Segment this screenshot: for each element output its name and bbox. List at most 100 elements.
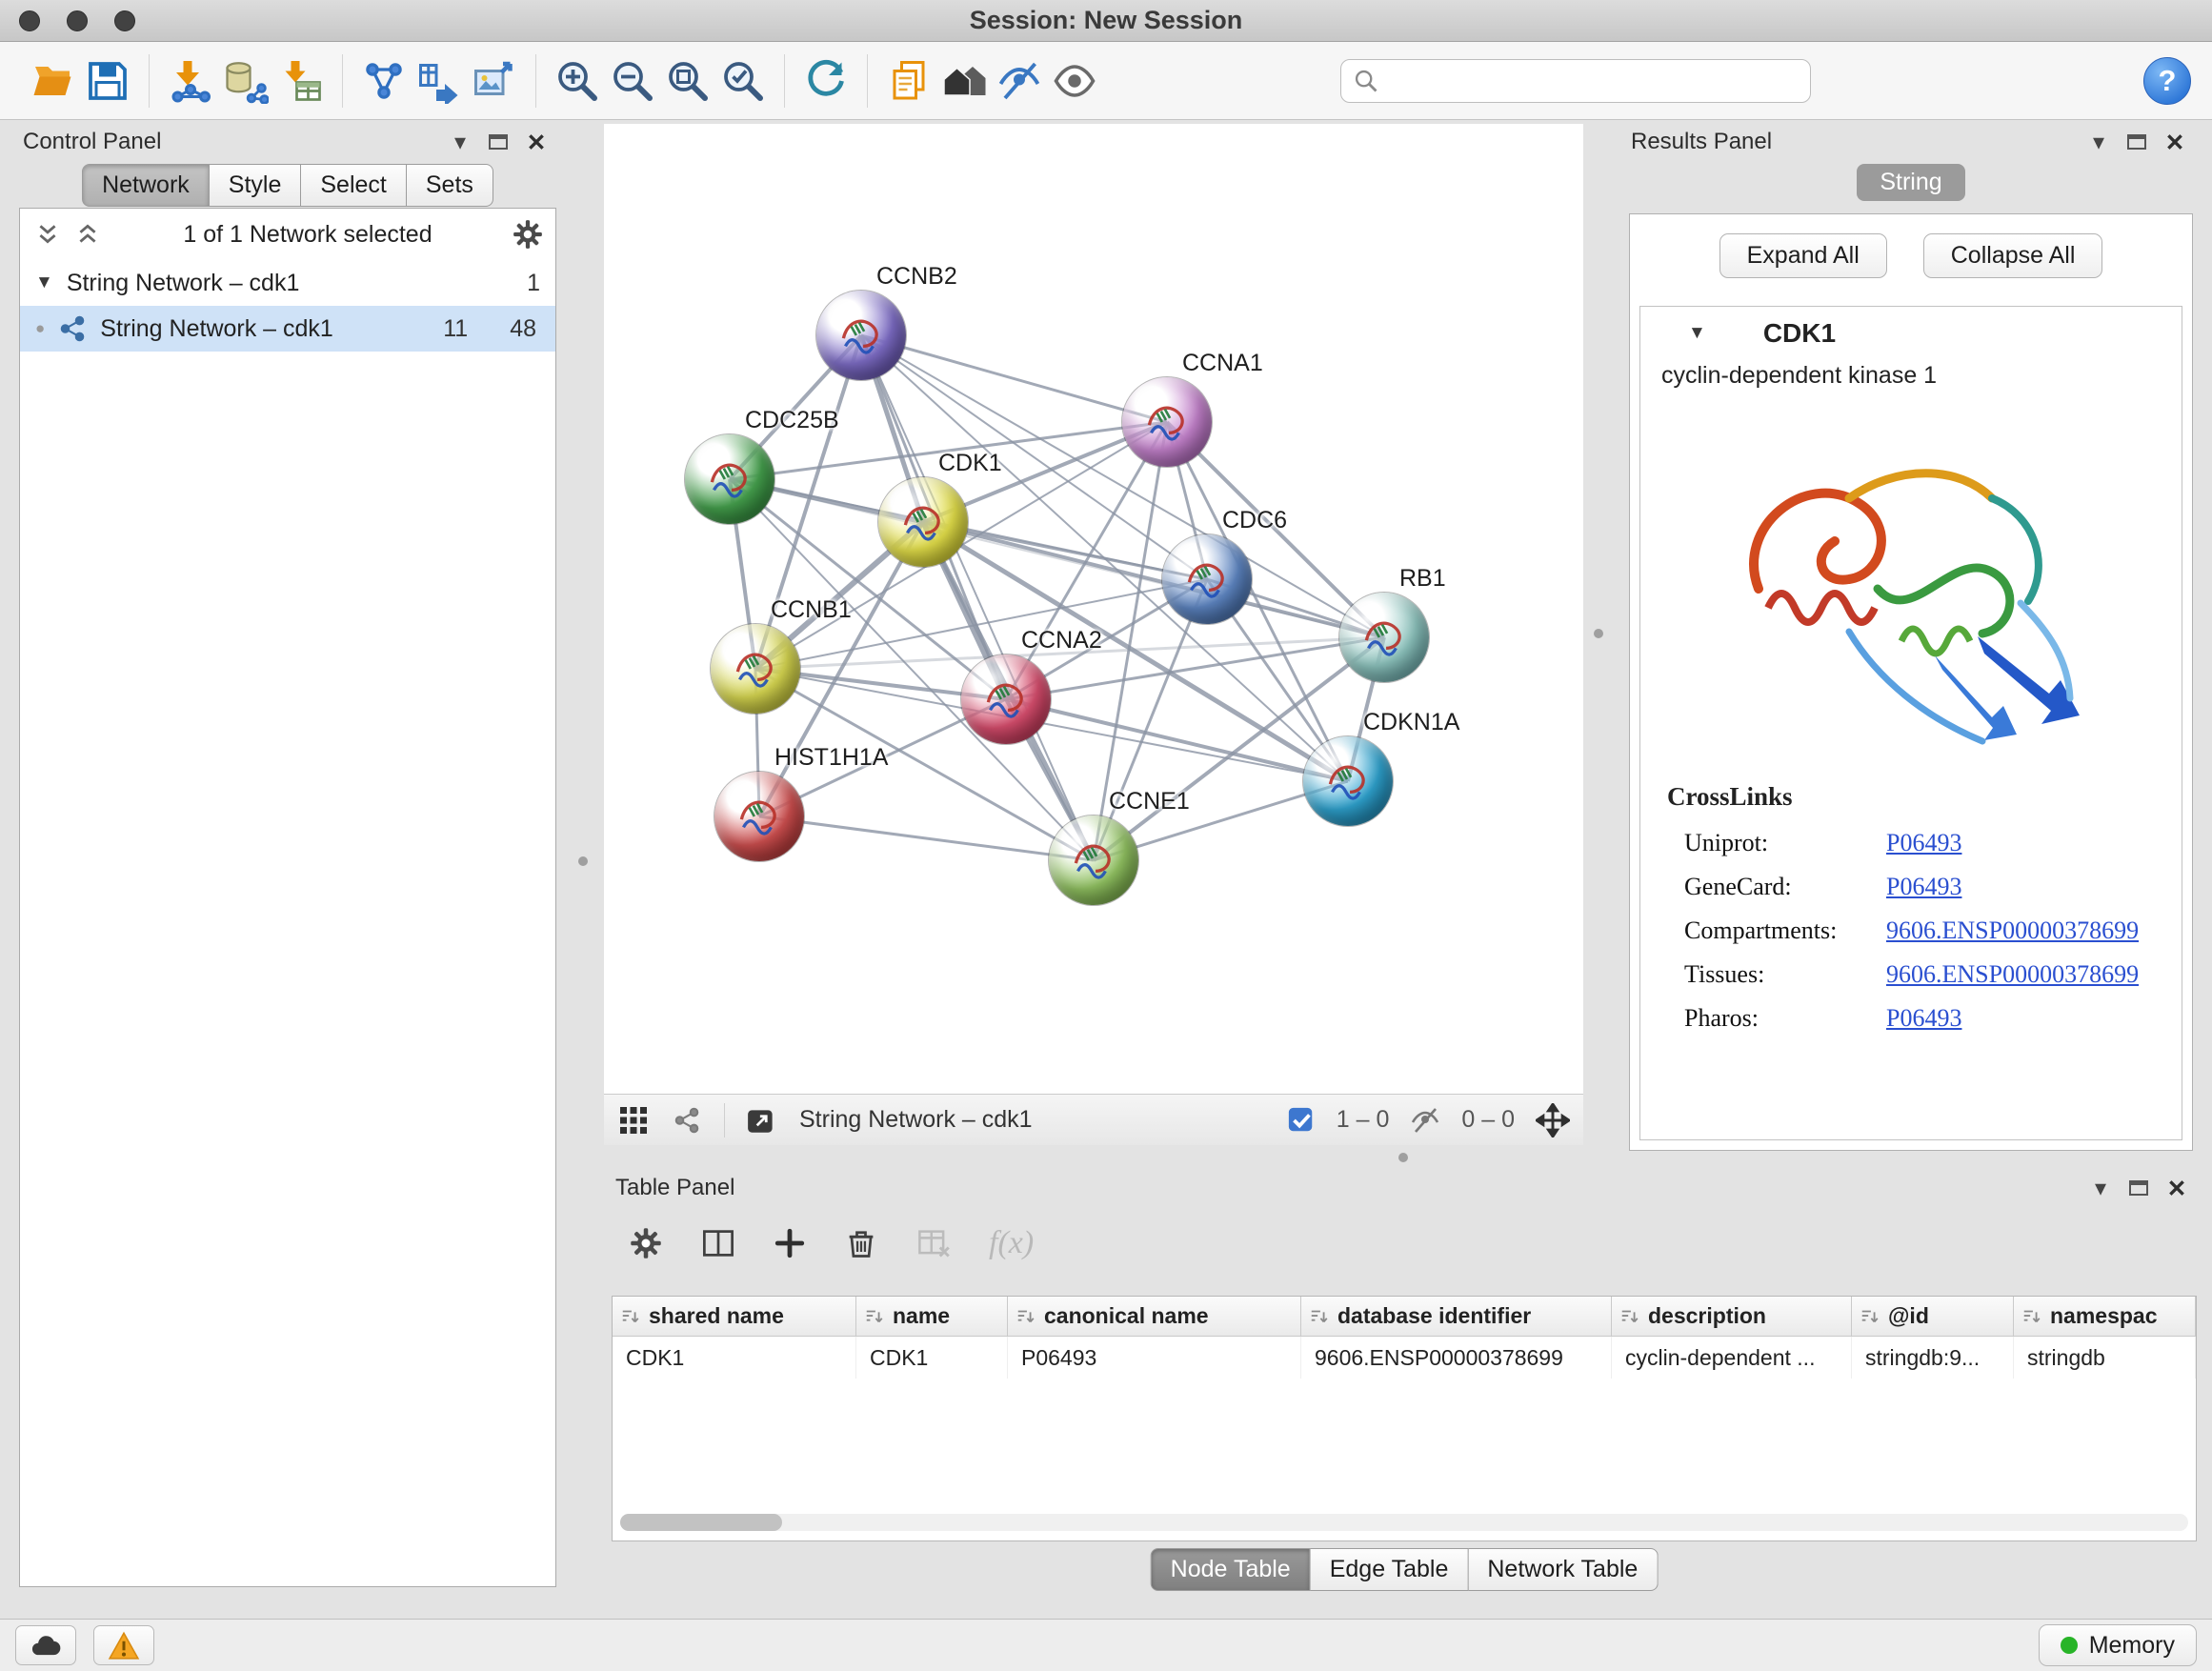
column-header[interactable]: database identifier (1301, 1297, 1612, 1336)
share-network-icon[interactable] (671, 1106, 703, 1135)
minimize-window-button[interactable] (67, 10, 88, 31)
network-overview-button[interactable] (936, 51, 992, 111)
crosslink-link-pharos[interactable]: P06493 (1886, 1004, 1961, 1033)
gear-icon[interactable] (512, 220, 544, 249)
network-node-CDC6[interactable] (1162, 534, 1252, 624)
cell-name[interactable]: CDK1 (856, 1337, 1008, 1379)
scrollbar-thumb[interactable] (620, 1514, 782, 1531)
table-row[interactable]: CDK1 CDK1 P06493 9606.ENSP00000378699 cy… (613, 1337, 2196, 1379)
tab-network[interactable]: Network (82, 164, 210, 207)
save-session-button[interactable] (80, 51, 135, 111)
zoom-out-button[interactable] (605, 51, 660, 111)
network-node-CCNB1[interactable] (711, 624, 800, 714)
cell-database-identifier[interactable]: 9606.ENSP00000378699 (1301, 1337, 1612, 1379)
import-table-button[interactable] (273, 51, 329, 111)
column-header[interactable]: namespac (2014, 1297, 2196, 1336)
table-panel-menu-caret-icon[interactable]: ▾ (2084, 1174, 2117, 1202)
table-panel-float-button[interactable] (2122, 1174, 2155, 1202)
search-box[interactable] (1340, 59, 1811, 103)
network-node-CCNA2[interactable] (961, 654, 1051, 744)
export-view-icon[interactable] (746, 1106, 778, 1135)
tab-network-table[interactable]: Network Table (1468, 1548, 1658, 1591)
network-node-RB1[interactable] (1339, 593, 1429, 682)
hidden-eye-slash-icon[interactable] (1410, 1105, 1440, 1136)
crosslink-link-tissues[interactable]: 9606.ENSP00000378699 (1886, 960, 2139, 989)
column-header[interactable]: shared name (613, 1297, 856, 1336)
tab-style[interactable]: Style (210, 164, 302, 207)
search-input[interactable] (1387, 68, 1799, 94)
import-network-file-button[interactable] (163, 51, 218, 111)
splitter-handle[interactable] (1398, 1153, 1408, 1162)
network-canvas[interactable]: CCNB2CCNA1CDC25BCDK1CDC6RB1CCNB1CCNA2CDK… (604, 124, 1583, 1094)
toolbar-separator (535, 54, 536, 108)
new-network-button[interactable] (356, 51, 412, 111)
help-button[interactable]: ? (2143, 57, 2191, 105)
refresh-view-button[interactable] (798, 51, 854, 111)
table-gear-icon[interactable] (629, 1229, 663, 1258)
crosslink-link-compartments[interactable]: 9606.ENSP00000378699 (1886, 916, 2139, 945)
cell-id[interactable]: stringdb:9... (1852, 1337, 2014, 1379)
tab-node-table[interactable]: Node Table (1151, 1548, 1311, 1591)
column-header[interactable]: canonical name (1008, 1297, 1301, 1336)
move-crosshair-icon[interactable] (1536, 1106, 1570, 1135)
cloud-status-button[interactable] (15, 1625, 76, 1665)
collapse-all-chevrons-icon[interactable] (31, 220, 64, 249)
export-image-button[interactable] (467, 51, 522, 111)
cell-shared-name[interactable]: CDK1 (613, 1337, 856, 1379)
memory-button[interactable]: Memory (2039, 1624, 2197, 1666)
network-node-CCNA1[interactable] (1122, 377, 1212, 467)
control-panel-menu-caret-icon[interactable]: ▾ (444, 128, 476, 156)
results-panel-close-button[interactable] (2159, 128, 2191, 156)
zoom-fit-button[interactable] (660, 51, 715, 111)
tab-select[interactable]: Select (301, 164, 406, 207)
show-all-button[interactable] (1047, 51, 1102, 111)
cell-description[interactable]: cyclin-dependent ... (1612, 1337, 1852, 1379)
warning-status-button[interactable] (93, 1625, 154, 1665)
crosslink-link-uniprot[interactable]: P06493 (1886, 829, 1961, 857)
network-from-table-button[interactable] (412, 51, 467, 111)
horizontal-scrollbar[interactable] (620, 1514, 2188, 1531)
results-panel-menu-caret-icon[interactable]: ▾ (2082, 128, 2115, 156)
control-panel-close-button[interactable] (520, 128, 553, 156)
copy-button[interactable] (881, 51, 936, 111)
import-network-database-button[interactable] (218, 51, 273, 111)
hide-selected-button[interactable] (992, 51, 1047, 111)
zoom-selected-button[interactable] (715, 51, 771, 111)
collection-expander-icon[interactable]: ▼ (35, 272, 53, 293)
gene-section-expander-icon[interactable]: ▼ (1688, 323, 1706, 344)
tab-edge-table[interactable]: Edge Table (1311, 1548, 1469, 1591)
collapse-all-button[interactable]: Collapse All (1923, 233, 2103, 278)
results-panel-float-button[interactable] (2121, 128, 2153, 156)
close-window-button[interactable] (19, 10, 40, 31)
network-node-CDKN1A[interactable] (1303, 736, 1393, 826)
splitter-handle[interactable] (1594, 629, 1603, 638)
network-node-HIST1H1A[interactable] (714, 772, 804, 861)
column-header[interactable]: name (856, 1297, 1008, 1336)
selected-checkbox-icon[interactable] (1287, 1106, 1316, 1135)
column-header[interactable]: @id (1852, 1297, 2014, 1336)
zoom-window-button[interactable] (114, 10, 135, 31)
expand-all-chevrons-icon[interactable] (71, 220, 104, 249)
tab-sets[interactable]: Sets (407, 164, 493, 207)
crosslink-link-genecard[interactable]: P06493 (1886, 873, 1961, 901)
network-row[interactable]: ● String Network – cdk1 11 48 (20, 306, 555, 352)
string-results-tab[interactable]: String (1857, 164, 1964, 201)
cell-canonical-name[interactable]: P06493 (1008, 1337, 1301, 1379)
delete-column-trash-icon[interactable] (844, 1229, 878, 1258)
network-node-CCNB2[interactable] (816, 291, 906, 380)
network-node-CDC25B[interactable] (685, 434, 774, 524)
network-node-CCNE1[interactable] (1049, 815, 1138, 905)
network-node-CDK1[interactable] (878, 477, 968, 567)
splitter-handle[interactable] (578, 856, 588, 866)
zoom-in-button[interactable] (550, 51, 605, 111)
open-session-button[interactable] (25, 51, 80, 111)
expand-all-button[interactable]: Expand All (1719, 233, 1887, 278)
birds-eye-grid-icon[interactable] (617, 1106, 650, 1135)
show-columns-icon[interactable] (701, 1229, 735, 1258)
network-collection-row[interactable]: ▼ String Network – cdk1 1 (20, 260, 555, 306)
control-panel-float-button[interactable] (482, 128, 514, 156)
cell-namespace[interactable]: stringdb (2014, 1337, 2196, 1379)
column-header[interactable]: description (1612, 1297, 1852, 1336)
add-column-plus-icon[interactable] (774, 1229, 806, 1258)
table-panel-close-button[interactable] (2161, 1174, 2193, 1202)
